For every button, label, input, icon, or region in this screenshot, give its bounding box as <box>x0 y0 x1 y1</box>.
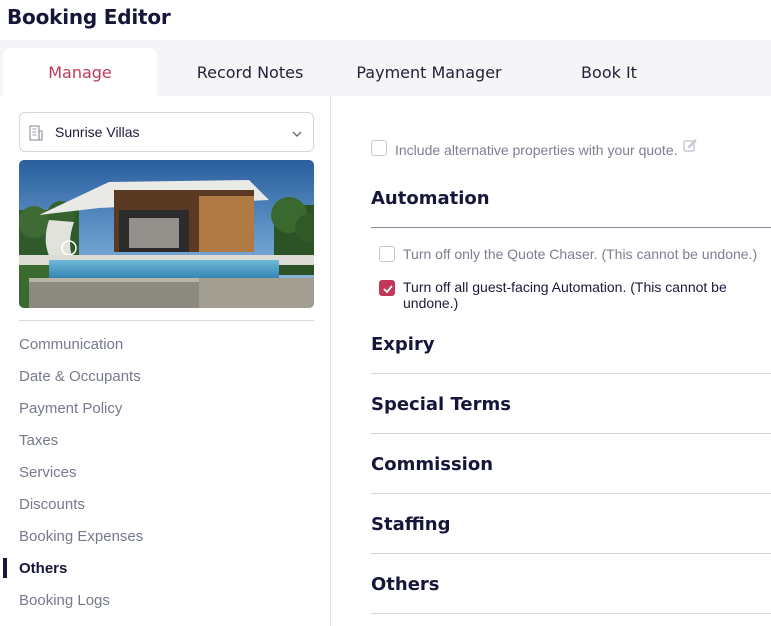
sidebar-divider <box>19 320 314 321</box>
section-others[interactable]: Others <box>371 574 440 595</box>
building-icon <box>29 125 43 146</box>
check-icon <box>383 285 393 294</box>
tab-bar: Manage Record Notes Payment Manager Book… <box>0 40 771 96</box>
guest-automation-checkbox[interactable] <box>379 280 395 296</box>
property-name: Sunrise Villas <box>55 124 140 140</box>
tab-record-notes[interactable]: Record Notes <box>180 48 320 96</box>
sidebar: Sunrise Villas Communication Date & Occu… <box>0 96 331 626</box>
active-item-marker <box>3 558 7 578</box>
sidebar-item-payment-policy[interactable]: Payment Policy <box>19 400 122 417</box>
sidebar-item-services[interactable]: Services <box>19 464 77 481</box>
sidebar-item-booking-logs[interactable]: Booking Logs <box>19 592 110 609</box>
section-special-terms[interactable]: Special Terms <box>371 394 511 415</box>
guest-automation-label: Turn off all guest-facing Automation. (T… <box>403 279 727 311</box>
edit-icon[interactable] <box>683 138 697 157</box>
sidebar-item-discounts[interactable]: Discounts <box>19 496 85 513</box>
automation-divider <box>371 227 771 228</box>
sidebar-item-booking-expenses[interactable]: Booking Expenses <box>19 528 143 545</box>
main-panel: Include alternative properties with your… <box>331 96 771 626</box>
alt-properties-label: Include alternative properties with your… <box>395 142 678 158</box>
section-staffing[interactable]: Staffing <box>371 514 451 535</box>
section-automation[interactable]: Automation <box>371 188 490 209</box>
section-commission[interactable]: Commission <box>371 454 493 475</box>
section-expiry[interactable]: Expiry <box>371 334 435 355</box>
section-divider <box>371 613 771 614</box>
tab-payment-manager[interactable]: Payment Manager <box>344 48 514 96</box>
section-divider <box>371 553 771 554</box>
property-photo <box>19 160 314 308</box>
sidebar-item-communication[interactable]: Communication <box>19 336 123 353</box>
page-title: Booking Editor <box>7 5 171 29</box>
tab-manage[interactable]: Manage <box>3 48 157 96</box>
quote-chaser-label: Turn off only the Quote Chaser. (This ca… <box>403 246 758 262</box>
quote-chaser-checkbox[interactable] <box>379 246 395 262</box>
property-select[interactable]: Sunrise Villas <box>19 112 314 152</box>
section-divider <box>371 433 771 434</box>
alt-properties-checkbox[interactable] <box>371 140 387 156</box>
sidebar-item-others[interactable]: Others <box>19 560 67 577</box>
sidebar-item-taxes[interactable]: Taxes <box>19 432 58 449</box>
chevron-down-icon <box>291 126 303 144</box>
section-divider <box>371 493 771 494</box>
section-divider <box>371 373 771 374</box>
sidebar-item-date-occupants[interactable]: Date & Occupants <box>19 368 141 385</box>
tab-book-it[interactable]: Book It <box>560 48 658 96</box>
